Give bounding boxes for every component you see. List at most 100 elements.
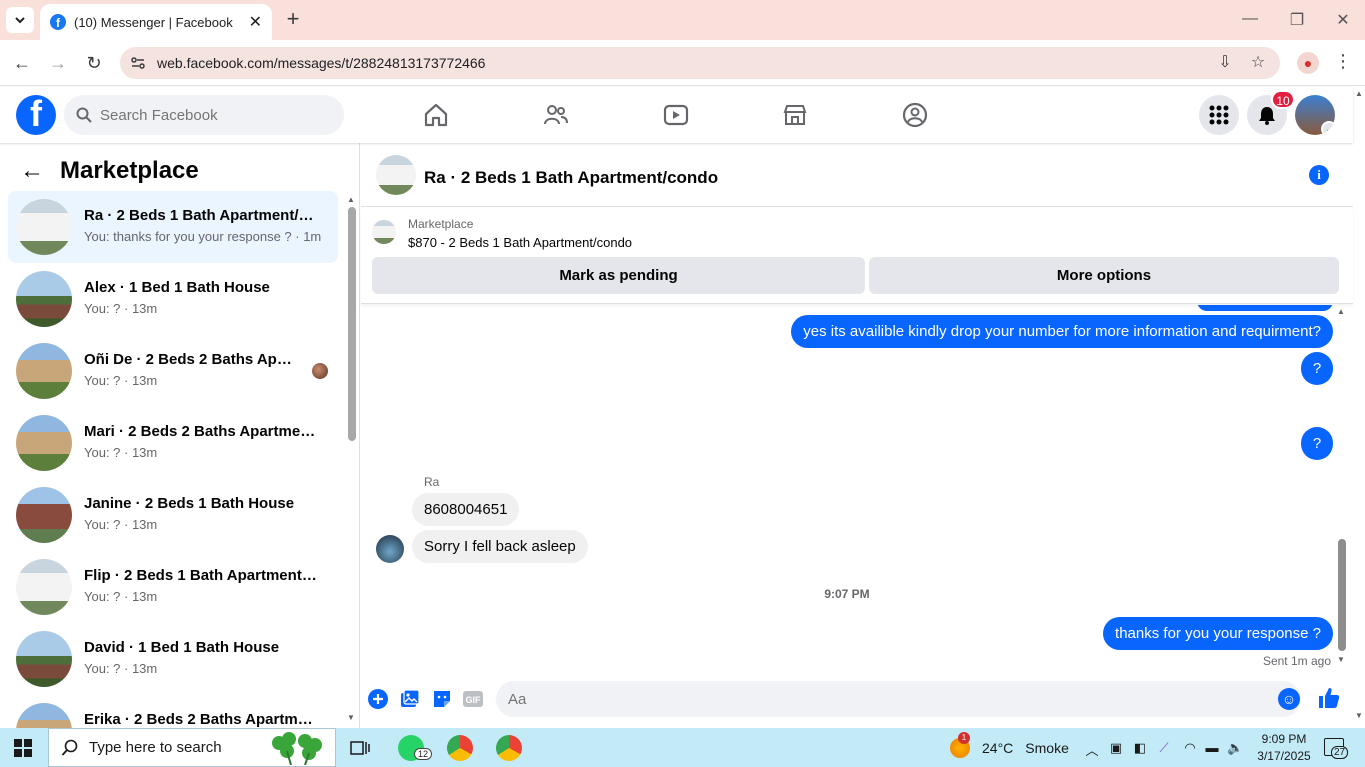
tab-close-icon[interactable]: ✕ (249, 12, 262, 32)
page-scrollbar[interactable]: ▲ ▼ (1353, 87, 1365, 728)
sticker-icon[interactable] (431, 688, 453, 710)
weather-description: Smoke (1025, 740, 1069, 756)
browser-tab-active[interactable]: f (10) Messenger | Facebook ✕ (40, 4, 272, 40)
taskbar-search[interactable]: Type here to search (48, 728, 336, 767)
gif-icon[interactable]: GIF (462, 688, 484, 710)
scroll-down-icon[interactable]: ▼ (1337, 655, 1345, 664)
conversation-item[interactable]: Ra · 2 Beds 1 Bath Apartment/condo You: … (8, 191, 338, 263)
video-icon[interactable] (662, 101, 690, 129)
listing-detail[interactable]: $870 - 2 Beds 1 Bath Apartment/condo (408, 235, 632, 250)
seen-avatar (312, 363, 328, 379)
scroll-up-icon[interactable]: ▲ (1355, 89, 1363, 98)
listing-thumbnail (16, 631, 72, 687)
conversation-name: Mari · 2 Beds 2 Baths Apartment/condo (84, 423, 320, 440)
conversation-item[interactable]: David · 1 Bed 1 Bath House You: ? · 13m (8, 623, 338, 695)
chevron-up-icon[interactable]: ︿ (1084, 740, 1100, 759)
sent-status: Sent 1m ago (1262, 654, 1331, 668)
new-tab-button[interactable]: + (282, 8, 304, 32)
facebook-favicon-icon: f (50, 14, 66, 30)
system-clock[interactable]: 9:09 PM 3/17/2025 (1256, 731, 1312, 765)
profile-avatar[interactable]: ⌄ (1295, 95, 1335, 135)
conversation-name: Alex · 1 Bed 1 Bath House (84, 279, 270, 296)
minimize-button[interactable]: — (1240, 10, 1260, 28)
chrome-icon[interactable] (447, 735, 473, 761)
browser-menu-icon[interactable]: ⋮ (1334, 51, 1352, 72)
friends-icon[interactable] (542, 101, 570, 129)
message-bubble-incoming[interactable]: Sorry I fell back asleep (412, 530, 588, 563)
conversation-item[interactable]: Oñi De · 2 Beds 2 Baths Apartment You: ?… (8, 335, 338, 407)
conversation-item[interactable]: Janine · 2 Beds 1 Bath House You: ? · 13… (8, 479, 338, 551)
conversation-preview: You: ? · 13m (84, 589, 158, 604)
facebook-search-input[interactable] (100, 106, 320, 124)
chat-title[interactable]: Ra · 2 Beds 1 Bath Apartment/condo (424, 168, 718, 188)
wifi-icon[interactable]: ◠ (1182, 740, 1198, 756)
address-bar[interactable]: web.facebook.com/messages/t/288248131737… (120, 47, 1280, 79)
message-bubble-outgoing[interactable]: ? (1301, 352, 1333, 385)
close-window-button[interactable]: ✕ (1333, 10, 1353, 30)
arrow-left-icon[interactable]: ← (20, 157, 44, 185)
conversation-preview: You: ? · 13m (84, 373, 158, 388)
home-icon[interactable] (422, 101, 450, 129)
tab-search-button[interactable] (6, 7, 34, 33)
groups-icon[interactable] (901, 101, 929, 129)
message-bubble-partial (1197, 305, 1333, 311)
svg-text:GIF: GIF (466, 695, 482, 705)
install-app-icon[interactable]: ⇩ (1215, 53, 1235, 73)
search-icon (76, 107, 92, 123)
facebook-search[interactable] (64, 95, 344, 135)
battery-icon[interactable]: ▬ (1204, 740, 1220, 755)
emoji-icon[interactable]: ☺ (1278, 688, 1300, 710)
conversation-item[interactable]: Mari · 2 Beds 2 Baths Apartment/condo Yo… (8, 407, 338, 479)
browser-profile-icon[interactable]: ● (1297, 52, 1319, 74)
scroll-down-icon[interactable]: ▼ (1355, 711, 1363, 720)
bell-icon (1259, 107, 1275, 125)
meet-now-icon[interactable]: ▣ (1108, 740, 1124, 756)
pen-icon[interactable]: ⟋ (1156, 740, 1172, 756)
scroll-down-icon[interactable]: ▼ (347, 713, 355, 722)
conversation-list-scrollbar[interactable]: ▲ ▼ (347, 195, 357, 725)
site-settings-icon[interactable] (130, 55, 146, 71)
conversation-preview: You: thanks for you your response ? · 1m (84, 229, 322, 244)
scrollbar-thumb[interactable] (1338, 539, 1346, 651)
menu-grid-button[interactable] (1199, 95, 1239, 135)
weather-widget[interactable]: 1 24°C Smoke (950, 732, 1069, 758)
bookmark-star-icon[interactable]: ☆ (1248, 53, 1268, 73)
chat-scrollbar[interactable]: ▲ ▼ (1337, 305, 1347, 665)
back-button[interactable]: ← (10, 51, 34, 75)
message-bubble-incoming[interactable]: 8608004651 (412, 493, 520, 526)
chat-listing-avatar[interactable] (376, 155, 416, 195)
restore-button[interactable]: ❐ (1287, 10, 1307, 30)
conversation-item[interactable]: Erika · 2 Beds 2 Baths Apartment/condo (8, 695, 338, 728)
chat-header: Ra · 2 Beds 1 Bath Apartment/condo i (361, 143, 1353, 207)
plus-circle-icon[interactable] (367, 688, 389, 710)
scrollbar-thumb[interactable] (348, 207, 356, 441)
listing-thumbnail[interactable] (372, 220, 396, 244)
task-view-icon[interactable] (350, 739, 370, 757)
scroll-up-icon[interactable]: ▲ (1337, 307, 1345, 316)
message-bubble-outgoing[interactable]: ? (1301, 427, 1333, 460)
forward-button[interactable]: → (46, 51, 70, 75)
photo-icon[interactable] (399, 688, 421, 710)
conversation-item[interactable]: Alex · 1 Bed 1 Bath House You: ? · 13m (8, 263, 338, 335)
thumbs-up-icon[interactable] (1317, 686, 1341, 710)
chevron-down-icon: ⌄ (1321, 121, 1335, 135)
message-bubble-outgoing[interactable]: thanks for you your response ? (1103, 617, 1333, 650)
message-bubble-outgoing[interactable]: yes its availible kindly drop your numbe… (791, 315, 1333, 348)
marketplace-icon[interactable] (781, 101, 809, 129)
windows-start-icon[interactable] (14, 739, 32, 757)
facebook-logo-icon[interactable]: f (16, 95, 56, 135)
info-icon[interactable]: i (1309, 165, 1329, 185)
message-thread: yes its availible kindly drop your numbe… (361, 305, 1341, 675)
reload-button[interactable]: ↻ (82, 51, 106, 75)
message-input[interactable] (496, 681, 1301, 717)
volume-muted-icon[interactable]: 🔈 (1227, 740, 1243, 756)
conversation-list: Ra · 2 Beds 1 Bath Apartment/condo You: … (8, 191, 338, 728)
camera-icon[interactable]: ◧ (1132, 740, 1148, 756)
scroll-up-icon[interactable]: ▲ (347, 195, 355, 204)
more-options-button[interactable]: More options (869, 257, 1339, 294)
conversation-item[interactable]: Flip · 2 Beds 1 Bath Apartment/condo You… (8, 551, 338, 623)
chrome-profile-icon[interactable] (496, 735, 522, 761)
notification-badge: 10 (1271, 90, 1295, 109)
mark-as-pending-button[interactable]: Mark as pending (372, 257, 865, 294)
sender-avatar[interactable] (376, 535, 404, 563)
